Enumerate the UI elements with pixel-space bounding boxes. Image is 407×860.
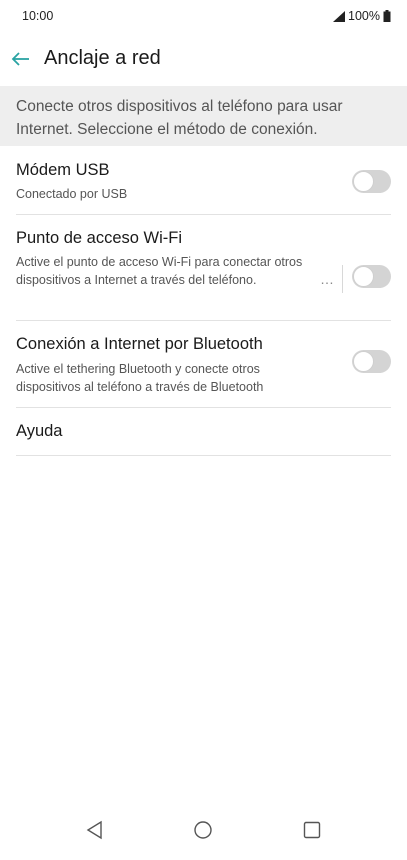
toggle-knob <box>353 171 374 192</box>
bluetooth-tethering-toggle[interactable] <box>352 350 391 373</box>
battery-percentage: 100% <box>348 9 380 23</box>
toggle-knob <box>353 266 374 287</box>
circle-home-icon[interactable] <box>191 818 215 842</box>
wifi-hotspot-row[interactable]: Punto de acceso Wi-Fi Active el punto de… <box>16 215 391 321</box>
wifi-hotspot-toggle[interactable] <box>352 265 391 288</box>
app-bar: Anclaje a red <box>0 36 407 82</box>
description-banner: Conecte otros dispositivos al teléfono p… <box>0 86 407 146</box>
signal-icon <box>333 10 346 22</box>
usb-tethering-row[interactable]: Módem USB Conectado por USB <box>16 146 391 215</box>
tethering-screen: 10:00 100% Anclaje a red Conecte otros d… <box>0 0 407 860</box>
vertical-divider <box>342 265 343 293</box>
wifi-hotspot-subtitle: Active el punto de acceso Wi-Fi para con… <box>16 255 303 287</box>
settings-list: Módem USB Conectado por USB Punto de acc… <box>0 146 407 456</box>
status-bar: 10:00 100% <box>0 0 407 32</box>
usb-tethering-title: Módem USB <box>16 161 110 179</box>
bluetooth-tethering-title: Conexión a Internet por Bluetooth <box>16 335 263 353</box>
page-title: Anclaje a red <box>44 47 161 69</box>
wifi-hotspot-title: Punto de acceso Wi-Fi <box>16 229 182 247</box>
battery-icon <box>383 10 391 22</box>
help-row[interactable]: Ayuda <box>16 408 391 456</box>
triangle-back-icon[interactable] <box>83 818 107 842</box>
more-options-icon[interactable]: … <box>320 271 335 287</box>
bluetooth-tethering-row[interactable]: Conexión a Internet por Bluetooth Active… <box>16 321 391 408</box>
usb-tethering-toggle[interactable] <box>352 170 391 193</box>
toggle-knob <box>353 351 374 372</box>
bluetooth-tethering-subtitle: Active el tethering Bluetooth y conecte … <box>16 362 264 394</box>
help-title: Ayuda <box>16 422 63 440</box>
status-indicators: 100% <box>333 9 391 23</box>
status-time: 10:00 <box>22 9 54 23</box>
square-recent-icon[interactable] <box>300 818 324 842</box>
arrow-left-icon[interactable] <box>10 48 32 70</box>
usb-tethering-subtitle: Conectado por USB <box>16 187 128 201</box>
navigation-bar <box>0 804 407 860</box>
